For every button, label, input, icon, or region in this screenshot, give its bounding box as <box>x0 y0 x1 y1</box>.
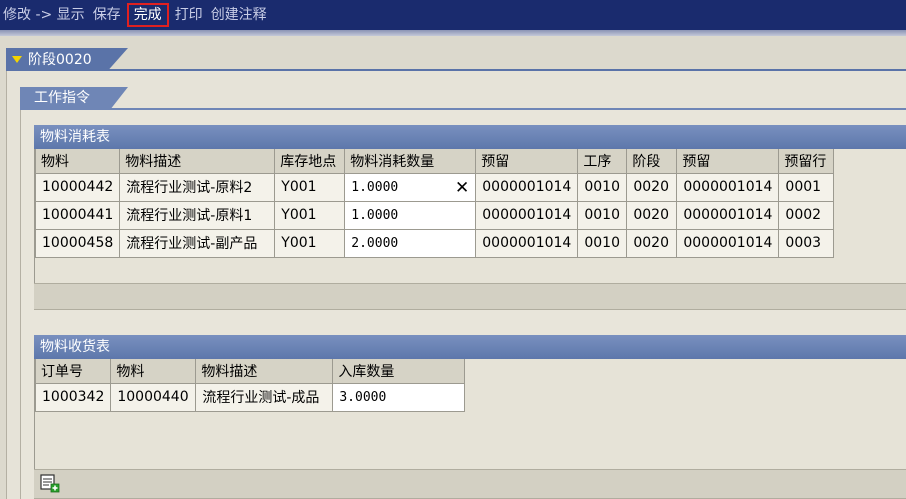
toolbar: 修改 -> 显示 保存 完成 打印 创建注释 <box>0 0 906 30</box>
cell-storage-location: Y001 <box>274 200 346 230</box>
cell-material: 10000441 <box>34 200 121 230</box>
cell-material-desc: 流程行业测试-成品 <box>195 382 334 412</box>
consumption-table-footer <box>34 283 906 310</box>
cell-material: 10000458 <box>34 228 121 258</box>
cell-storage-location: Y001 <box>274 172 346 202</box>
col-header-material[interactable]: 物料 <box>110 359 197 384</box>
triangle-down-icon[interactable] <box>12 55 22 63</box>
receipt-header-row: 订单号 物料 物料描述 入库数量 <box>34 359 466 384</box>
cell-reservation-2: 0000001014 <box>676 228 780 258</box>
cell-reservation: 0000001014 <box>475 172 579 202</box>
table-row[interactable]: 10000442 流程行业测试-原料2 Y001 1.0000 ✕ 0000001… <box>34 172 835 202</box>
consumption-header-row: 物料 物料描述 库存地点 物料消耗数量 预留 工序 阶段 预留 预留行 <box>34 149 835 174</box>
cell-reservation-item: 0002 <box>778 200 835 230</box>
print-button[interactable]: 打印 <box>171 3 207 27</box>
col-header-operation[interactable]: 工序 <box>577 149 628 174</box>
cell-phase: 0020 <box>626 228 678 258</box>
table-row[interactable]: 10000458 流程行业测试-副产品 Y001 2.0000 00000010… <box>34 228 835 258</box>
cell-reservation-item: 0003 <box>778 228 835 258</box>
complete-button[interactable]: 完成 <box>126 3 169 27</box>
cell-reservation: 0000001014 <box>475 228 579 258</box>
stage-title: 阶段0020 <box>28 52 92 68</box>
cell-reservation-item: 0001 <box>778 172 835 202</box>
add-row-icon[interactable] <box>40 473 60 493</box>
receipt-qty-input[interactable]: 3.0000 <box>332 382 466 412</box>
col-header-consumption-qty[interactable]: 物料消耗数量 <box>344 149 477 174</box>
consumption-qty-input[interactable]: 1.0000 <box>344 200 477 230</box>
col-header-receipt-qty[interactable]: 入库数量 <box>332 359 466 384</box>
cell-material-desc: 流程行业测试-原料1 <box>119 200 276 230</box>
close-icon[interactable]: ✕ <box>455 178 469 198</box>
col-header-material[interactable]: 物料 <box>34 149 121 174</box>
cell-reservation-2: 0000001014 <box>676 200 780 230</box>
receipt-table: 订单号 物料 物料描述 入库数量 1000342 10000440 流程行业测试… <box>34 359 906 469</box>
stage-divider <box>6 69 906 71</box>
cell-order-number: 1000342 <box>34 382 112 412</box>
consumption-qty-input[interactable]: 1.0000 ✕ <box>344 172 477 202</box>
col-header-material-desc[interactable]: 物料描述 <box>119 149 276 174</box>
receipt-table-title: 物料收货表 <box>34 335 906 359</box>
stage-header[interactable]: 阶段0020 <box>6 48 128 70</box>
consumption-table-title: 物料消耗表 <box>34 125 906 149</box>
col-header-reservation-item[interactable]: 预留行 <box>778 149 835 174</box>
cell-material: 10000440 <box>110 382 197 412</box>
consumption-grid: 物料 物料描述 库存地点 物料消耗数量 预留 工序 阶段 预留 预留行 1000… <box>34 149 835 258</box>
save-button[interactable]: 保存 <box>89 3 125 27</box>
table-row[interactable]: 10000441 流程行业测试-原料1 Y001 1.0000 00000010… <box>34 200 835 230</box>
cell-phase: 0020 <box>626 172 678 202</box>
cell-operation: 0010 <box>577 228 628 258</box>
work-order-divider <box>20 108 906 110</box>
cell-storage-location: Y001 <box>274 228 346 258</box>
consumption-qty-value: 1.0000 <box>351 179 399 195</box>
consumption-table: 物料 物料描述 库存地点 物料消耗数量 预留 工序 阶段 预留 预留行 1000… <box>34 149 906 283</box>
col-header-material-desc[interactable]: 物料描述 <box>195 359 334 384</box>
create-note-button[interactable]: 创建注释 <box>207 3 271 27</box>
cell-material: 10000442 <box>34 172 121 202</box>
cell-material-desc: 流程行业测试-原料2 <box>119 172 276 202</box>
table-row[interactable]: 1000342 10000440 流程行业测试-成品 3.0000 <box>34 382 466 412</box>
receipt-table-footer <box>34 469 906 499</box>
col-header-order-number[interactable]: 订单号 <box>34 359 112 384</box>
col-header-storage-location[interactable]: 库存地点 <box>274 149 346 174</box>
col-header-phase[interactable]: 阶段 <box>626 149 678 174</box>
cell-material-desc: 流程行业测试-副产品 <box>119 228 276 258</box>
cell-reservation: 0000001014 <box>475 200 579 230</box>
cell-operation: 0010 <box>577 200 628 230</box>
cell-reservation-2: 0000001014 <box>676 172 780 202</box>
tab-work-order[interactable]: 工作指令 <box>20 87 128 109</box>
col-header-reservation[interactable]: 预留 <box>475 149 579 174</box>
receipt-grid: 订单号 物料 物料描述 入库数量 1000342 10000440 流程行业测试… <box>34 359 466 412</box>
cell-operation: 0010 <box>577 172 628 202</box>
col-header-reservation-2[interactable]: 预留 <box>676 149 780 174</box>
modify-display-button[interactable]: 修改 -> 显示 <box>0 3 89 27</box>
consumption-qty-input[interactable]: 2.0000 <box>344 228 477 258</box>
cell-phase: 0020 <box>626 200 678 230</box>
